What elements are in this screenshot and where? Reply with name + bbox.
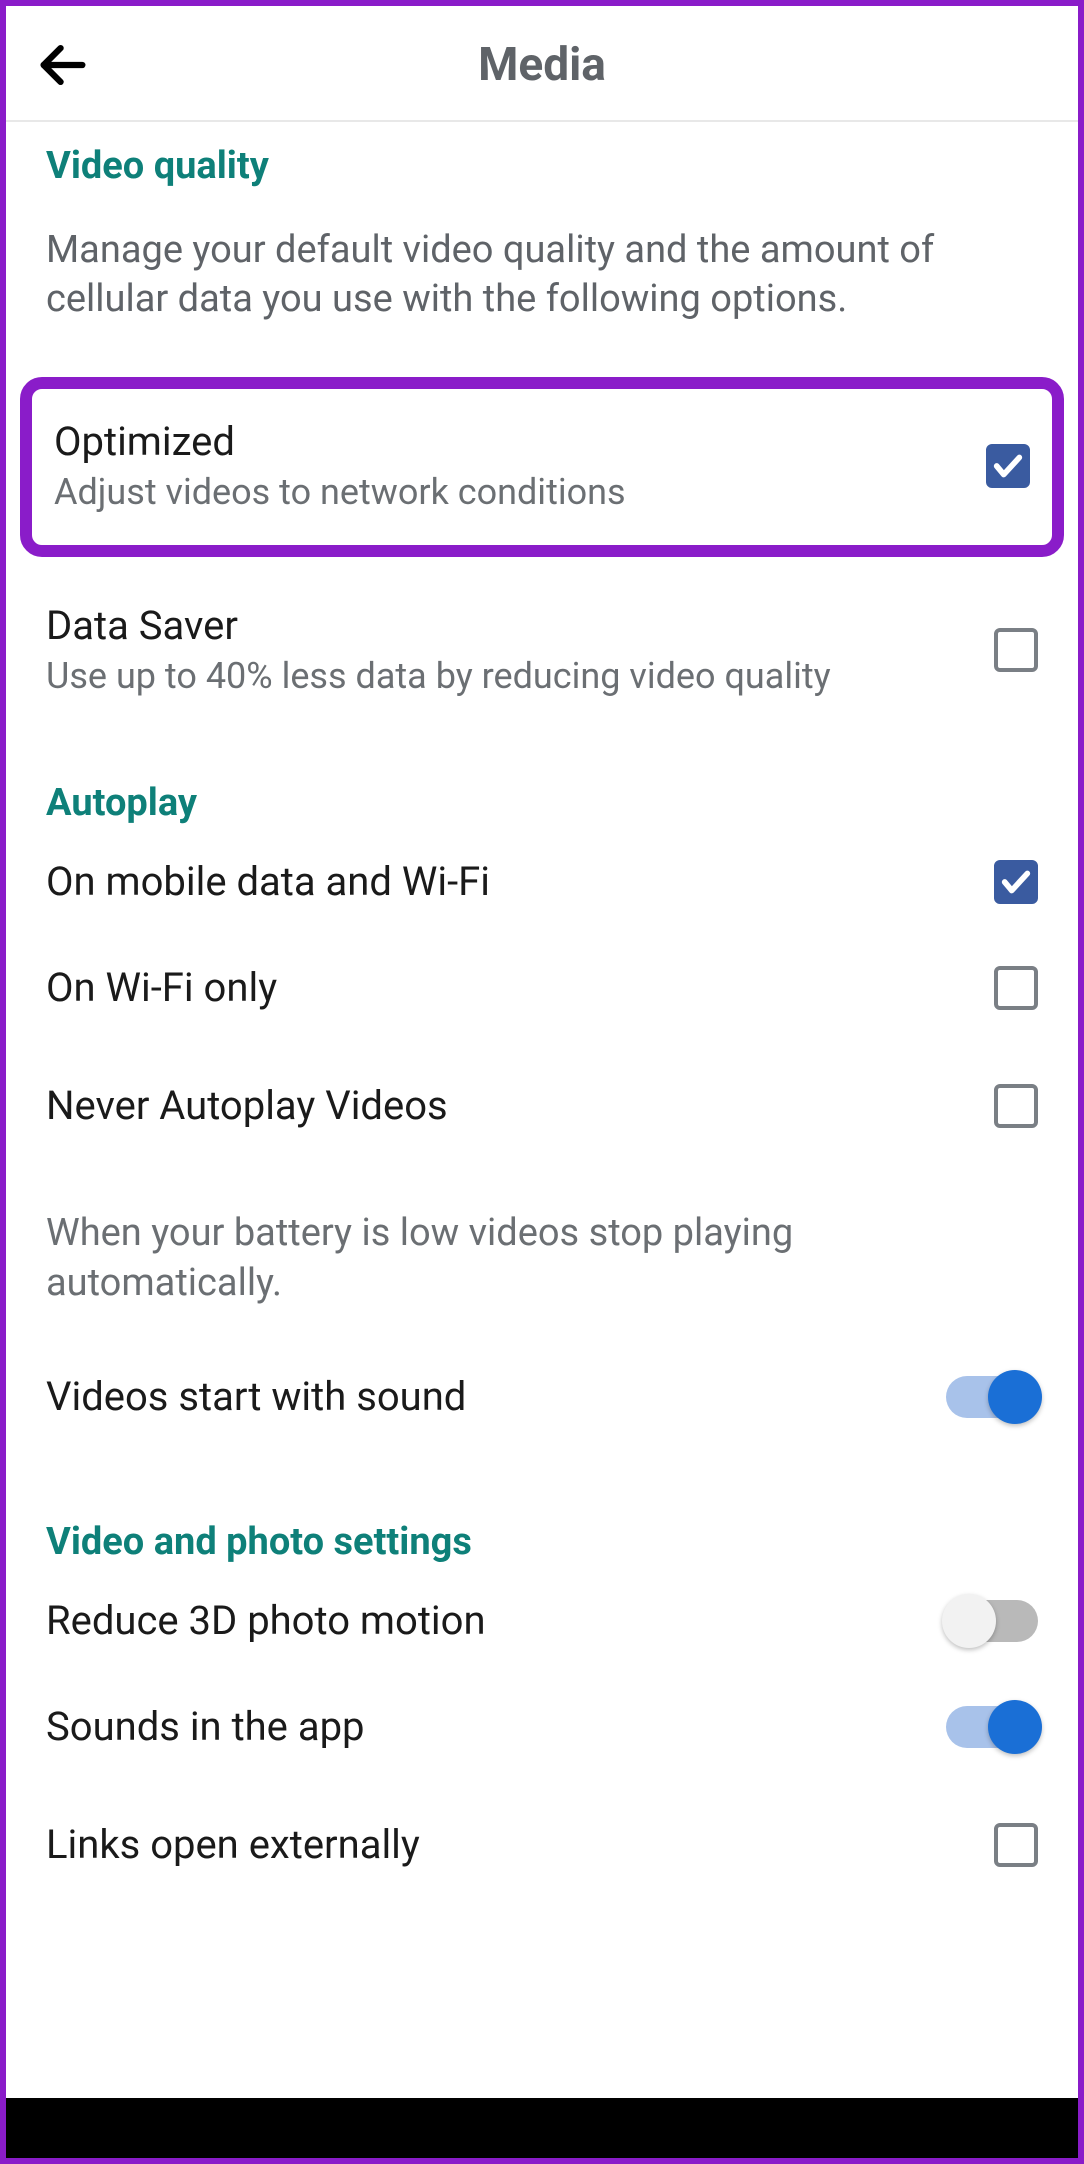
option-title: Links open externally [46, 1820, 420, 1870]
section-description: Manage your default video quality and th… [6, 198, 1078, 343]
toggle-videos-sound[interactable] [946, 1376, 1038, 1418]
back-button[interactable] [34, 36, 92, 94]
autoplay-hint: When your battery is low videos stop pla… [6, 1165, 1078, 1338]
section-header-video-photo: Video and photo settings [6, 1502, 1078, 1574]
option-title: Optimized [54, 417, 966, 467]
toggle-knob [942, 1594, 996, 1648]
option-sounds-in-app[interactable]: Sounds in the app [6, 1668, 1078, 1786]
option-title: Reduce 3D photo motion [46, 1596, 486, 1646]
toggle-knob [988, 1700, 1042, 1754]
option-links-external[interactable]: Links open externally [6, 1786, 1078, 1904]
option-data-saver[interactable]: Data Saver Use up to 40% less data by re… [6, 567, 1078, 733]
check-icon [999, 865, 1033, 899]
option-autoplay-wifi-only[interactable]: On Wi-Fi only [6, 929, 1078, 1047]
checkbox-autoplay-wifi-only[interactable] [994, 966, 1038, 1010]
option-reduce-3d[interactable]: Reduce 3D photo motion [6, 1574, 1078, 1668]
nav-bar [6, 2098, 1078, 2158]
arrow-left-icon [34, 36, 92, 94]
option-autoplay-mobile-wifi[interactable]: On mobile data and Wi-Fi [6, 835, 1078, 929]
option-title: Sounds in the app [46, 1702, 365, 1752]
option-optimized[interactable]: Optimized Adjust videos to network condi… [20, 377, 1064, 557]
option-title: On Wi-Fi only [46, 963, 277, 1013]
option-subtitle: Adjust videos to network conditions [54, 469, 966, 515]
settings-content: Video quality Manage your default video … [6, 122, 1078, 2098]
page-title: Media [34, 38, 1050, 92]
checkbox-optimized[interactable] [986, 444, 1030, 488]
option-title: Never Autoplay Videos [46, 1081, 448, 1131]
checkbox-autoplay-mobile-wifi[interactable] [994, 860, 1038, 904]
option-title: On mobile data and Wi-Fi [46, 857, 490, 907]
checkbox-links-external[interactable] [994, 1823, 1038, 1867]
toggle-knob [988, 1370, 1042, 1424]
section-header-autoplay: Autoplay [6, 763, 1078, 835]
option-title: Videos start with sound [46, 1372, 466, 1422]
toggle-reduce-3d[interactable] [946, 1600, 1038, 1642]
app-header: Media [6, 6, 1078, 122]
option-title: Data Saver [46, 601, 974, 651]
toggle-sounds-in-app[interactable] [946, 1706, 1038, 1748]
checkbox-data-saver[interactable] [994, 628, 1038, 672]
option-subtitle: Use up to 40% less data by reducing vide… [46, 653, 974, 699]
option-videos-sound[interactable]: Videos start with sound [6, 1338, 1078, 1456]
checkbox-autoplay-never[interactable] [994, 1084, 1038, 1128]
section-header-video-quality: Video quality [6, 126, 1078, 198]
check-icon [991, 449, 1025, 483]
option-autoplay-never[interactable]: Never Autoplay Videos [6, 1047, 1078, 1165]
